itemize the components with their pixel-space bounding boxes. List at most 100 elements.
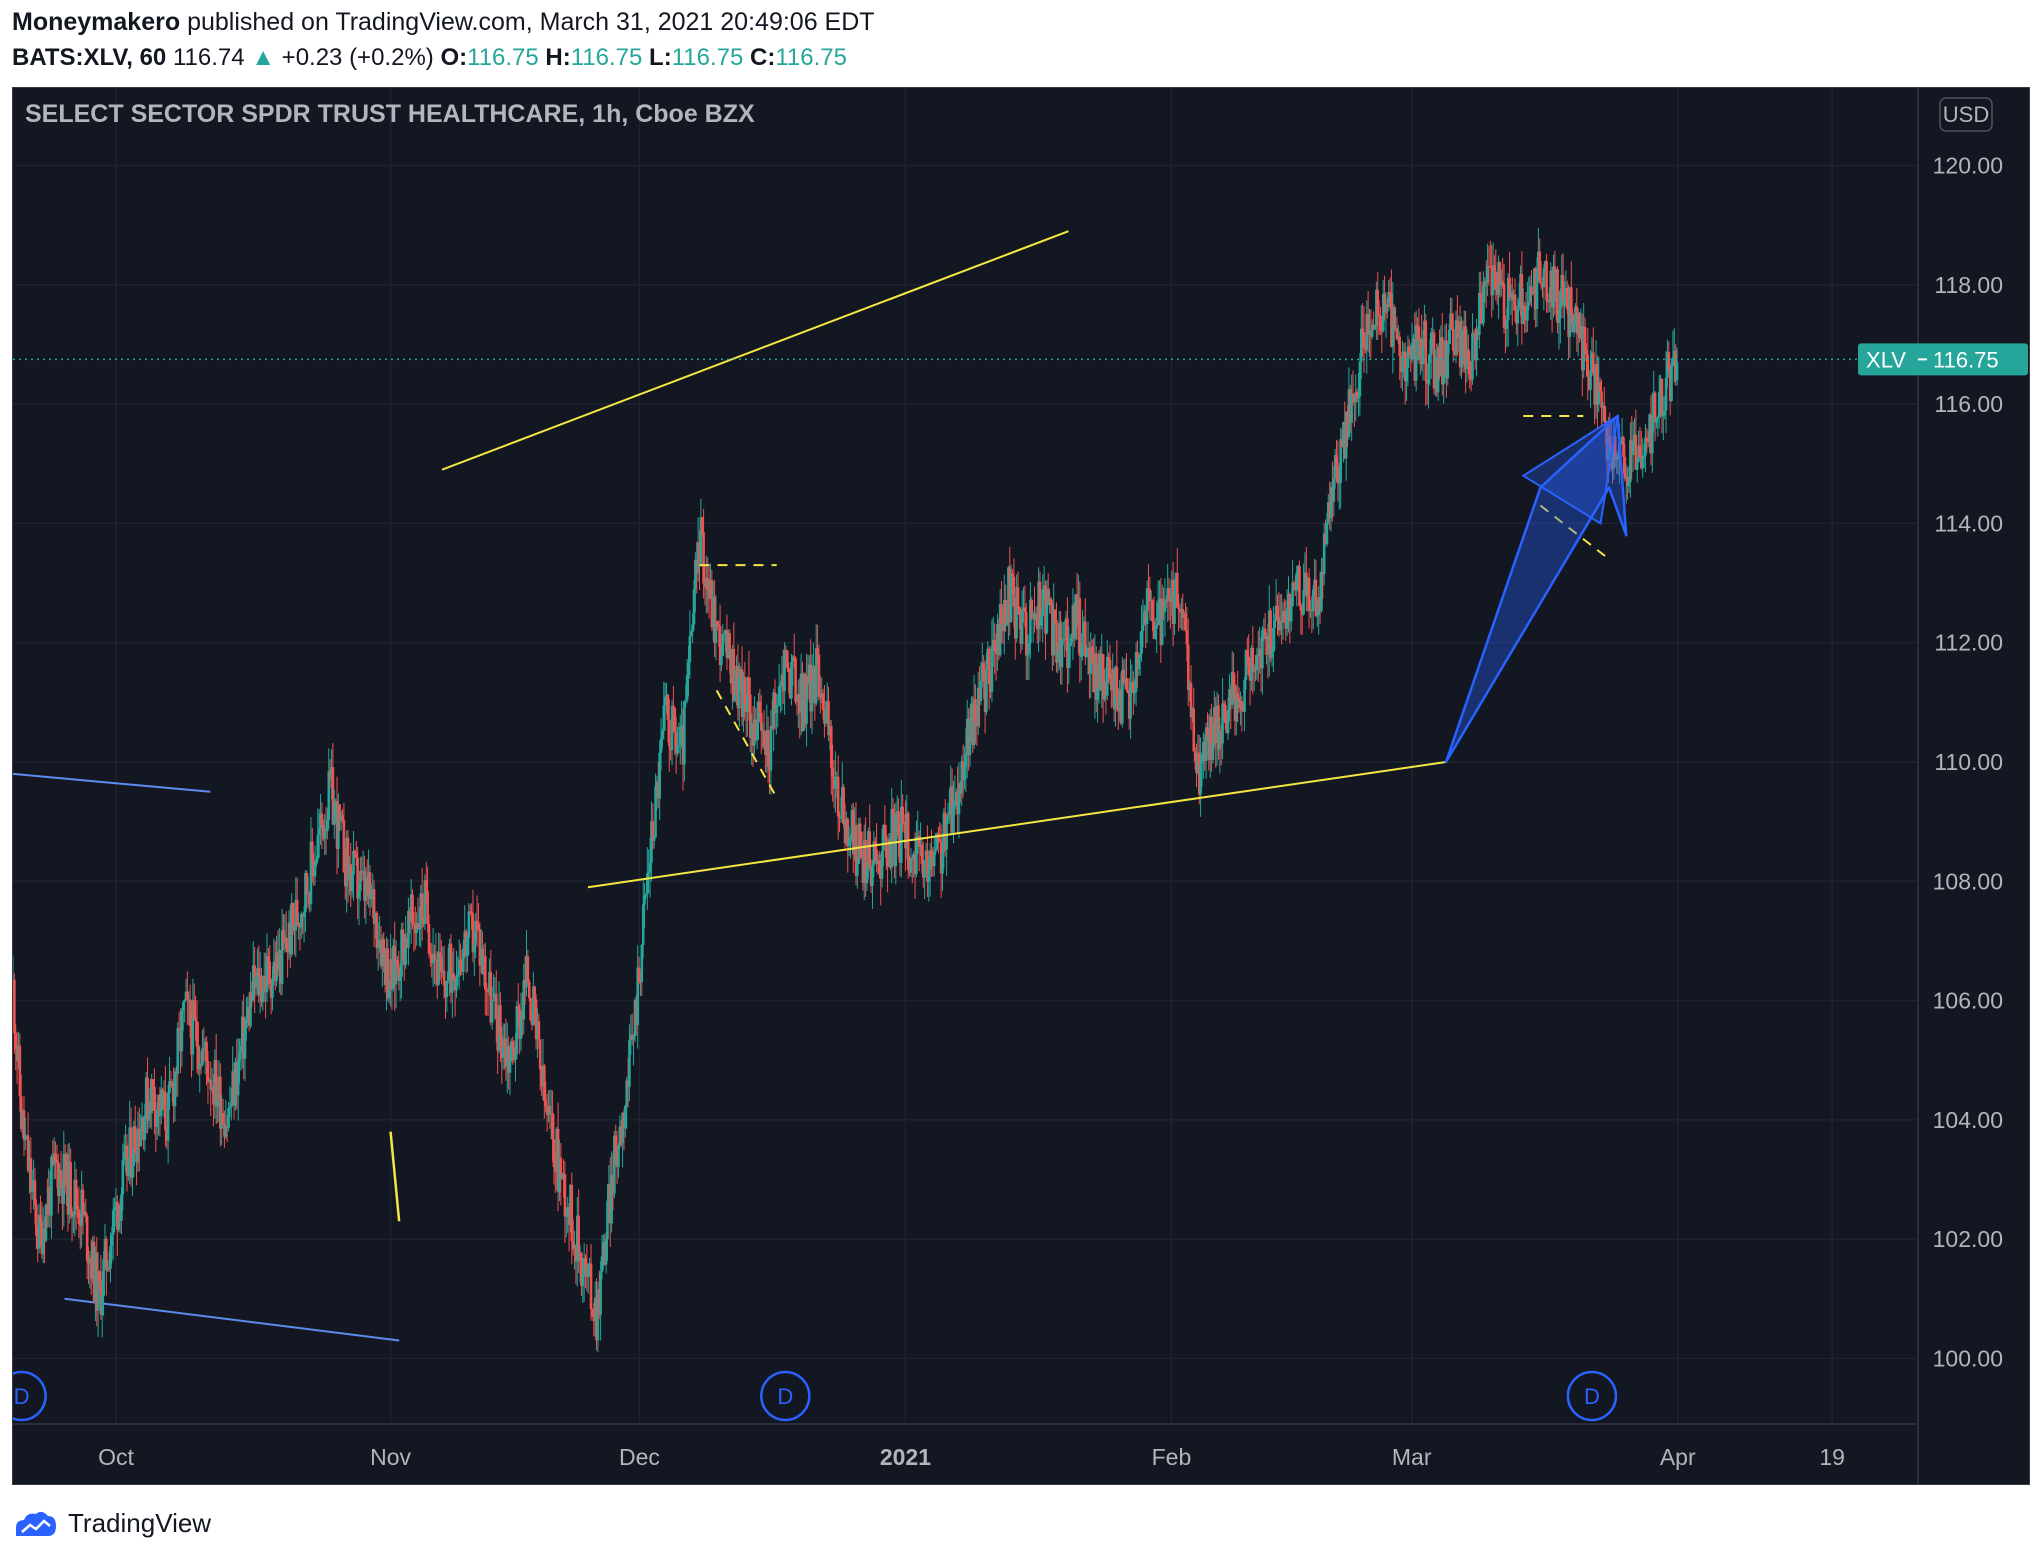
candle-body[interactable] <box>164 1091 167 1131</box>
open-value: 116.75 <box>467 44 539 71</box>
chart-canvas[interactable]: SELECT SECTOR SPDR TRUST HEALTHCARE, 1h,… <box>13 88 2030 1485</box>
candle[interactable] <box>1471 313 1474 385</box>
candle-body[interactable] <box>1675 362 1679 381</box>
price-change: +0.23 (+0.2%) <box>281 44 434 71</box>
candle-body[interactable] <box>1653 392 1657 423</box>
publish-header: Moneymakero published on TradingView.com… <box>12 8 875 37</box>
candle-body[interactable] <box>1635 461 1639 470</box>
up-triangle-icon: ▲ <box>251 44 275 71</box>
tradingview-brand: TradingView <box>14 1503 211 1543</box>
high-value: 116.75 <box>570 44 643 71</box>
currency-label[interactable]: USD <box>1943 102 1989 127</box>
candle-body[interactable] <box>794 658 797 702</box>
last-price: 116.74 <box>172 44 245 71</box>
candle-body[interactable] <box>69 1162 72 1212</box>
candle-body[interactable] <box>1273 621 1277 629</box>
time-tick-label: Oct <box>98 1444 134 1470</box>
candle-body[interactable] <box>538 1039 542 1070</box>
channel-line-lower <box>64 1297 400 1342</box>
candle-body[interactable] <box>420 893 424 921</box>
low-value: 116.75 <box>671 44 744 71</box>
candle-body[interactable] <box>667 719 671 747</box>
price-tick-label: 106.00 <box>1933 988 2003 1014</box>
price-chart[interactable]: SELECT SECTOR SPDR TRUST HEALTHCARE, 1h,… <box>12 87 2030 1485</box>
channel-line-upper <box>13 772 211 793</box>
published-text: published on TradingView.com, March 31, … <box>187 8 875 36</box>
low-label: L: <box>649 44 672 71</box>
candle-body[interactable] <box>1016 587 1020 608</box>
high-label: H: <box>545 44 571 71</box>
candle-body[interactable] <box>1451 328 1455 351</box>
candle-body[interactable] <box>652 837 656 841</box>
candle-body[interactable] <box>769 726 773 771</box>
candle-body[interactable] <box>537 1020 541 1040</box>
candle-body[interactable] <box>1670 365 1673 401</box>
candle-body[interactable] <box>728 633 731 650</box>
candle[interactable] <box>1653 390 1657 442</box>
candle-body[interactable] <box>856 863 859 876</box>
candle-body[interactable] <box>526 956 530 983</box>
dividend-marker[interactable]: D <box>760 1370 811 1422</box>
dividend-marker[interactable]: D <box>1566 1370 1618 1422</box>
candle-body[interactable] <box>836 776 840 817</box>
candle-body[interactable] <box>720 656 723 666</box>
candle-body[interactable] <box>1530 286 1533 292</box>
candle-body[interactable] <box>683 701 686 765</box>
candle-series[interactable] <box>13 228 1679 1353</box>
price-axis[interactable]: 100.00 102.00 104.00 106.00 108.00 110.00 112.… <box>1933 153 2003 1372</box>
candle-body[interactable] <box>688 636 692 663</box>
price-tick-label: 120.00 <box>1933 153 2003 179</box>
price-tick-label: 118.00 <box>1934 272 2003 298</box>
candle-body[interactable] <box>1586 354 1590 377</box>
candle[interactable] <box>1542 264 1546 311</box>
price-tick-label: 102.00 <box>1933 1226 2003 1252</box>
time-tick-label: Apr <box>1660 1444 1696 1470</box>
price-tick-label: 110.00 <box>1934 749 2003 775</box>
dividend-label: D <box>777 1384 793 1409</box>
candle-body[interactable] <box>490 1000 494 1023</box>
candle[interactable] <box>1192 687 1196 752</box>
candle-body[interactable] <box>527 982 531 998</box>
drawings-front <box>389 230 1628 1222</box>
price-tick-label: 108.00 <box>1933 868 2003 894</box>
open-label: O: <box>440 44 468 71</box>
tradingview-logo-icon <box>16 1511 56 1536</box>
candle-body[interactable] <box>1192 708 1196 752</box>
candle-body[interactable] <box>1298 566 1301 607</box>
candle[interactable] <box>1298 560 1301 607</box>
candle-body[interactable] <box>923 860 926 878</box>
dividend-markers[interactable]: DDD <box>13 1370 1618 1422</box>
chart-title: SELECT SECTOR SPDR TRUST HEALTHCARE, 1h,… <box>25 100 755 128</box>
dividend-label: D <box>1584 1384 1600 1409</box>
candle-body[interactable] <box>1542 268 1546 288</box>
dividend-marker[interactable]: D <box>13 1370 47 1422</box>
author-name: Moneymakero <box>12 8 181 36</box>
last-price-label: XLV 116.75 <box>1858 343 2028 376</box>
candle-body[interactable] <box>617 1145 620 1168</box>
candle-body[interactable] <box>1141 625 1145 632</box>
candle-body[interactable] <box>1421 346 1425 365</box>
candle-body[interactable] <box>1471 332 1474 380</box>
time-tick-label: 2021 <box>880 1444 931 1470</box>
candle-body[interactable] <box>1289 606 1293 622</box>
candle-body[interactable] <box>1325 522 1329 545</box>
candle-body[interactable] <box>508 1061 512 1073</box>
price-tick-label: 114.00 <box>1934 510 2003 536</box>
candle[interactable] <box>945 815 948 877</box>
trendline-upper <box>441 230 1069 471</box>
candle-body[interactable] <box>985 669 988 712</box>
trendline-lower <box>587 760 1447 889</box>
candle-body[interactable] <box>589 1263 593 1310</box>
candle-body[interactable] <box>139 1130 142 1147</box>
time-axis[interactable]: Oct Nov Dec 2021 Feb Mar Apr 19 <box>98 1444 1845 1470</box>
candle-body[interactable] <box>176 1028 180 1074</box>
last-price-value: 116.75 <box>1933 347 1999 372</box>
symbol-label: BATS:XLV, 60 <box>12 44 167 71</box>
close-label: C: <box>750 44 776 71</box>
candle-body[interactable] <box>401 929 405 934</box>
currency-button[interactable]: USD <box>1939 97 1993 132</box>
price-tick-label: 104.00 <box>1933 1107 2003 1133</box>
close-value: 116.75 <box>775 44 847 71</box>
candle-body[interactable] <box>1424 320 1428 382</box>
candle-body[interactable] <box>291 903 295 924</box>
